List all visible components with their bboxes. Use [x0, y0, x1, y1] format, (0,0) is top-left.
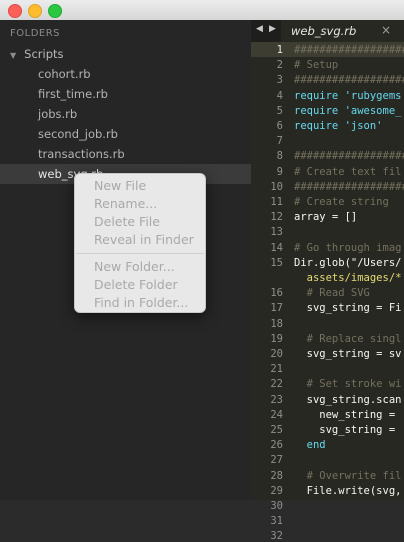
line-number: 17: [270, 302, 283, 315]
sidebar-header: FOLDERS: [10, 28, 61, 39]
line-number: 21: [270, 363, 283, 376]
line-number: 20: [270, 348, 283, 360]
code-line: Dir.glob("/Users/: [294, 256, 402, 269]
line-number: 6: [276, 120, 283, 132]
line-number: 16: [270, 287, 283, 300]
code-line: # Replace singl: [294, 332, 402, 345]
folder-scripts[interactable]: ▼ Scripts: [10, 47, 64, 61]
line-number: 30: [270, 500, 283, 512]
line-number: 5: [276, 104, 283, 117]
code-line: ##################: [294, 180, 404, 193]
code-line: svg_string = Fi: [294, 302, 402, 315]
file-label: transactions.rb: [38, 147, 125, 161]
code-line: svg_string =: [294, 424, 396, 436]
editor: ◀ ▶ web_svg.rb × 1 2 3 4 5 6 7 8 9 10 11 12 13 14 15 16…: [251, 20, 404, 542]
code-line: # Create text fil: [294, 165, 402, 178]
line-number: 19: [270, 332, 283, 345]
nav-back-icon[interactable]: ◀: [256, 24, 263, 34]
code-area[interactable]: ################## # Setup ###############…: [294, 42, 404, 500]
code-line: array = []: [294, 211, 358, 224]
code-line: assets/images/*: [294, 272, 402, 284]
code-line: ##################: [294, 150, 404, 163]
close-tab-icon[interactable]: ×: [381, 23, 391, 37]
menu-item-delete-folder[interactable]: Delete Folder: [94, 277, 178, 292]
code-line: # Overwrite fil: [294, 469, 402, 482]
line-number: 22: [270, 378, 283, 391]
code-line: File.write(svg,: [294, 484, 402, 497]
menu-separator: [76, 253, 204, 254]
line-number: 11: [270, 196, 283, 208]
line-number: 24: [270, 408, 283, 421]
line-number: 28: [270, 469, 283, 482]
menu-item-new-folder[interactable]: New Folder...: [94, 259, 175, 274]
code-line: require 'json': [294, 120, 383, 132]
line-number: 3: [276, 74, 283, 87]
line-number: 13: [270, 226, 283, 239]
line-number: 26: [270, 439, 283, 452]
code-line: svg_string = sv: [294, 348, 402, 360]
line-number: 25: [270, 424, 283, 436]
nav-forward-icon[interactable]: ▶: [269, 24, 276, 34]
file-item[interactable]: jobs.rb: [0, 104, 251, 124]
context-menu: New File Rename... Delete File Reveal in…: [74, 173, 206, 313]
file-label: cohort.rb: [38, 67, 91, 81]
file-label: second_job.rb: [38, 127, 118, 141]
menu-item-delete-file[interactable]: Delete File: [94, 214, 160, 229]
code-line: require 'rubygems: [294, 89, 402, 102]
code-line: # Go through imag: [294, 241, 402, 254]
line-number: 31: [270, 515, 283, 528]
maximize-window-button[interactable]: [48, 4, 62, 18]
code-line: ##################: [294, 74, 404, 87]
line-number: 12: [270, 211, 283, 224]
code-line: svg_string.scan: [294, 393, 402, 406]
line-number: 1: [276, 44, 283, 56]
code-line: ##################: [294, 44, 404, 56]
file-item[interactable]: transactions.rb: [0, 144, 251, 164]
file-label: first_time.rb: [38, 87, 108, 101]
line-number: 9: [276, 165, 283, 178]
file-item[interactable]: cohort.rb: [0, 64, 251, 84]
file-item[interactable]: first_time.rb: [0, 84, 251, 104]
tab-bar: ◀ ▶ web_svg.rb ×: [251, 20, 404, 42]
menu-item-reveal-in-finder[interactable]: Reveal in Finder: [94, 232, 194, 247]
line-number: 32: [270, 530, 283, 542]
file-item[interactable]: second_job.rb: [0, 124, 251, 144]
code-line: # Set stroke wi: [294, 378, 402, 391]
code-line: # Create string: [294, 196, 389, 208]
line-number: 15: [270, 256, 283, 269]
line-number: 23: [270, 393, 283, 406]
line-number: 27: [270, 454, 283, 467]
menu-item-new-file[interactable]: New File: [94, 178, 146, 193]
chevron-down-icon: ▼: [10, 51, 17, 60]
line-number: 18: [270, 317, 283, 330]
tab-label: web_svg.rb: [291, 24, 357, 38]
line-number: 8: [276, 150, 283, 163]
line-number: 7: [276, 135, 283, 148]
menu-item-rename[interactable]: Rename...: [94, 196, 157, 211]
folder-label: Scripts: [24, 47, 64, 61]
code-line: # Read SVG: [294, 287, 370, 300]
code-line: end: [294, 439, 326, 452]
code-line: # Setup: [294, 59, 339, 72]
code-line: require 'awesome_: [294, 104, 402, 117]
line-number: 2: [276, 59, 283, 72]
tab-web-svg[interactable]: web_svg.rb ×: [281, 20, 404, 42]
line-number: 29: [270, 484, 283, 497]
line-number-gutter: 1 2 3 4 5 6 7 8 9 10 11 12 13 14 15 16 17 18 19 20 21 22 23 24 2…: [251, 42, 287, 542]
window-titlebar: [0, 0, 404, 21]
close-window-button[interactable]: [8, 4, 22, 18]
menu-item-find-in-folder[interactable]: Find in Folder...: [94, 295, 188, 310]
line-number: 4: [276, 89, 283, 102]
line-number: 10: [270, 180, 283, 193]
file-label: jobs.rb: [38, 107, 78, 121]
code-line: new_string =: [294, 408, 396, 421]
line-number: 14: [270, 241, 283, 254]
minimize-window-button[interactable]: [28, 4, 42, 18]
